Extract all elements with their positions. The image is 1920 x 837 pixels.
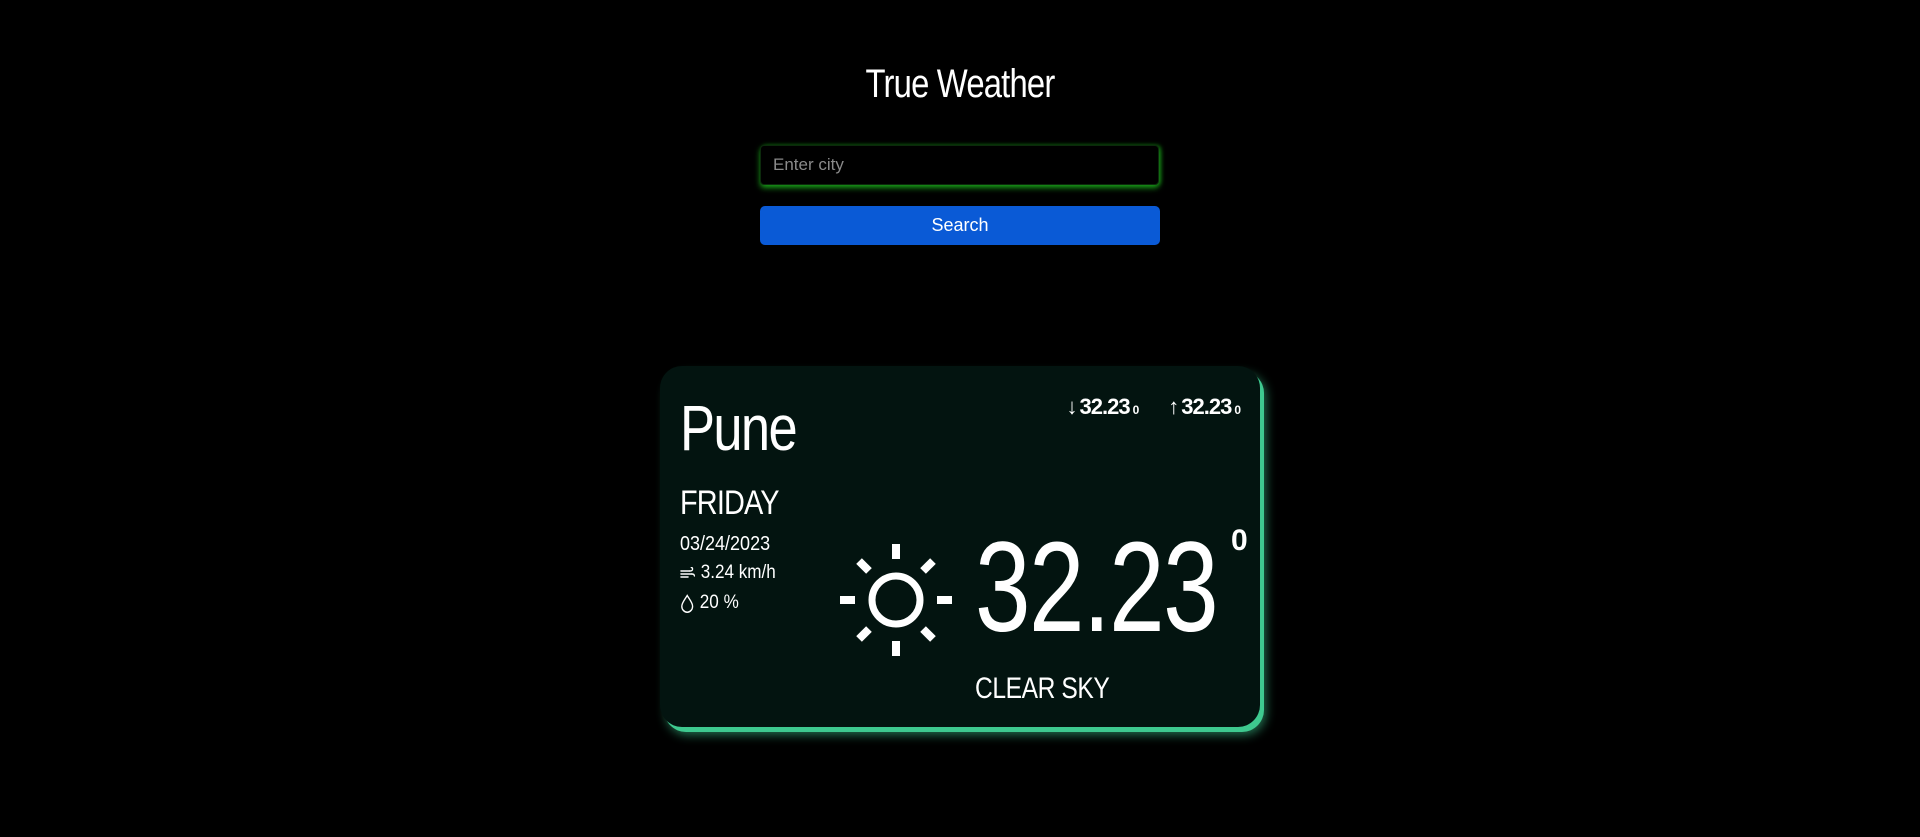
- humidity: 20 %: [680, 592, 739, 614]
- wind-icon: [680, 567, 696, 579]
- min-temperature: ↓ 32.23 0: [1066, 394, 1140, 420]
- min-temperature-unit: 0: [1132, 403, 1140, 417]
- weather-app: True Weather Search Pune ↓ 32.230 ↑ 32.2…: [0, 0, 1920, 837]
- current-temperature: 32.23: [975, 516, 1219, 659]
- weather-description: CLEAR SKY: [975, 672, 1110, 705]
- arrow-down-icon: ↓: [1066, 394, 1078, 419]
- max-temperature: ↑ 32.23 0: [1168, 394, 1241, 420]
- droplet-icon: [680, 593, 694, 613]
- city-search-input[interactable]: [760, 145, 1159, 185]
- city-name: Pune: [680, 392, 798, 464]
- arrow-up-icon: ↑: [1168, 394, 1179, 419]
- min-max-temperatures: ↓ 32.23 0 ↑ 32.23 0: [1067, 394, 1241, 420]
- weather-card: Pune ↓ 32.23 0 ↑ 32.23 0 FRIDAY 03/24/2023…: [660, 366, 1260, 727]
- search-button[interactable]: Search: [760, 206, 1160, 245]
- day-name: FRIDAY: [680, 484, 780, 522]
- max-temperature-value: 32.23: [1181, 394, 1232, 419]
- max-temperature-unit: 0: [1234, 403, 1241, 417]
- humidity-value: 20 %: [699, 592, 739, 613]
- temperature-unit: 0: [1231, 524, 1248, 557]
- sun-icon: [840, 544, 952, 656]
- date: 03/24/2023: [680, 533, 771, 555]
- wind-speed: 3.24 km/h: [680, 562, 776, 584]
- app-title: True Weather: [865, 62, 1056, 106]
- min-temperature-value: 32.23: [1079, 394, 1131, 419]
- wind-speed-value: 3.24 km/h: [700, 562, 776, 583]
